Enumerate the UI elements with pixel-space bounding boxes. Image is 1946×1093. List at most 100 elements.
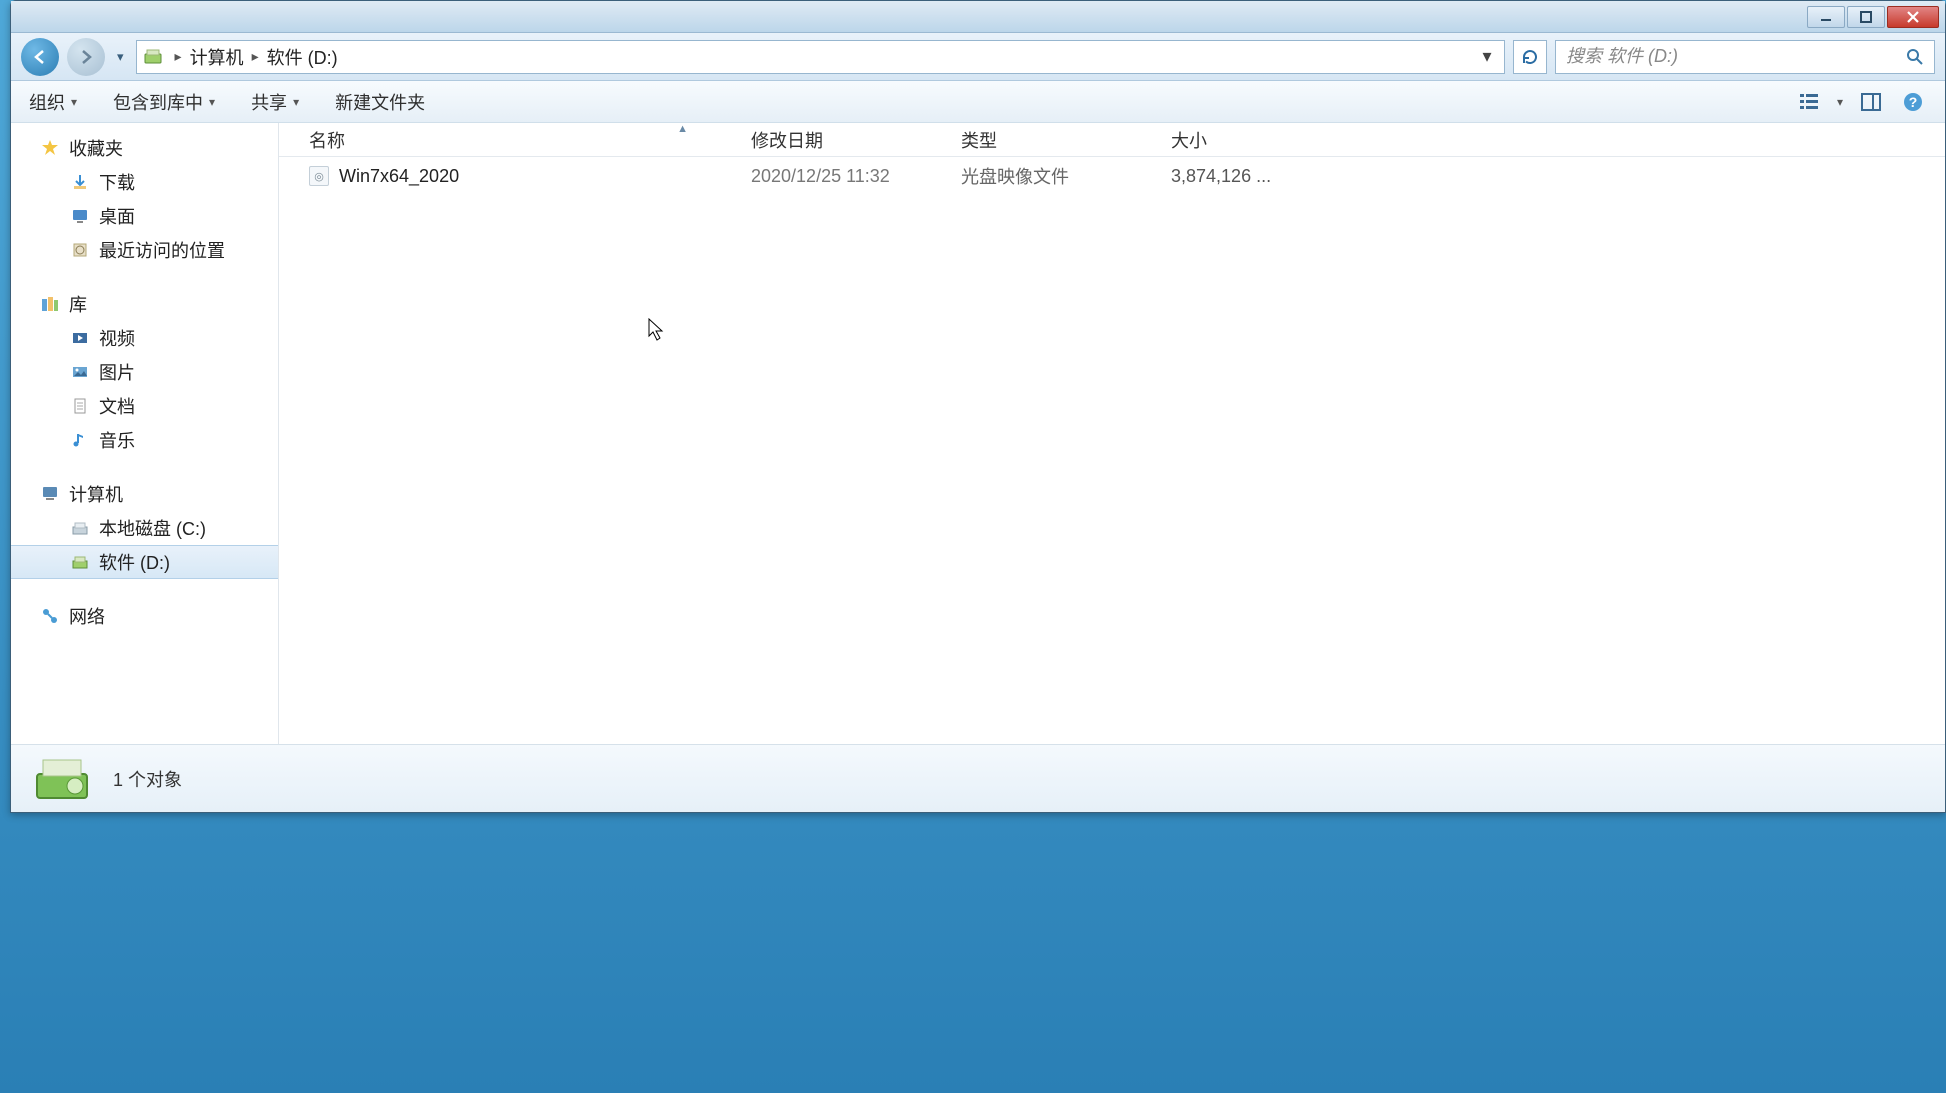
column-name-label: 名称 [309,131,345,151]
tree-computer: 计算机 本地磁盘 (C:) 软件 (D:) [11,477,278,579]
file-size: 3,874,126 ... [1159,166,1349,187]
tree-label: 本地磁盘 (C:) [99,515,206,541]
tree-libraries-header[interactable]: 库 [11,287,278,321]
sort-ascending-icon: ▲ [677,123,688,135]
command-bar: 组织 ▾ 包含到库中 ▾ 共享 ▾ 新建文件夹 ▾ ? [11,81,1945,123]
address-bar-row: ▾ ▸ 计算机 ▸ 软件 (D:) ▾ [11,33,1945,81]
tree-item-recent[interactable]: 最近访问的位置 [11,233,278,267]
drive-icon [69,517,91,539]
tree-item-pictures[interactable]: 图片 [11,355,278,389]
back-button[interactable] [21,38,59,76]
tree-item-videos[interactable]: 视频 [11,321,278,355]
nav-history-dropdown[interactable]: ▾ [113,49,128,65]
chevron-down-icon[interactable]: ▾ [1837,95,1843,109]
video-icon [69,327,91,349]
column-type[interactable]: 类型 [949,127,1159,153]
tree-label: 库 [69,291,87,317]
tree-label: 图片 [99,359,135,385]
computer-icon [39,483,61,505]
chevron-down-icon: ▾ [209,95,215,109]
tree-label: 视频 [99,325,135,351]
search-input[interactable] [1566,46,1906,67]
explorer-window: ▾ ▸ 计算机 ▸ 软件 (D:) ▾ 组织 ▾ 包含到库中 ▾ 共享 ▾ 新建文件夹 [10,0,1946,813]
column-size[interactable]: 大小 [1159,127,1349,153]
new-folder-button[interactable]: 新建文件夹 [335,89,425,115]
tree-item-music[interactable]: 音乐 [11,423,278,457]
help-button[interactable]: ? [1899,88,1927,116]
tree-item-documents[interactable]: 文档 [11,389,278,423]
tree-label: 桌面 [99,203,135,229]
iso-file-icon: ◎ [309,166,329,186]
drive-icon [69,551,91,573]
title-bar [11,1,1945,33]
recent-icon [69,239,91,261]
tree-label: 文档 [99,393,135,419]
tree-label: 最近访问的位置 [99,237,225,263]
tree-label: 软件 (D:) [99,549,170,575]
close-button[interactable] [1887,6,1939,28]
column-headers[interactable]: 名称 ▲ 修改日期 类型 大小 [279,123,1945,157]
navigation-pane[interactable]: 收藏夹 下载 桌面 最近访问的位置 库 [11,123,279,744]
tree-label: 网络 [69,603,105,629]
chevron-down-icon: ▾ [293,95,299,109]
network-icon [39,605,61,627]
maximize-button[interactable] [1847,6,1885,28]
breadcrumb-separator-icon: ▸ [246,48,265,65]
search-box[interactable] [1555,40,1935,74]
file-date: 2020/12/25 11:32 [739,166,949,187]
tree-favorites-header[interactable]: 收藏夹 [11,131,278,165]
tree-label: 收藏夹 [69,135,123,161]
refresh-button[interactable] [1513,40,1547,74]
tree-libraries: 库 视频 图片 文档 音乐 [11,287,278,457]
organize-menu[interactable]: 组织 ▾ [29,89,77,115]
status-bar: 1 个对象 [11,744,1945,812]
forward-button[interactable] [67,38,105,76]
file-name: Win7x64_2020 [339,166,459,187]
drive-large-icon [31,752,93,806]
tree-item-desktop[interactable]: 桌面 [11,199,278,233]
view-options-button[interactable] [1795,88,1823,116]
downloads-icon [69,171,91,193]
organize-label: 组织 [29,89,65,115]
share-menu[interactable]: 共享 ▾ [251,89,299,115]
tree-label: 下载 [99,169,135,195]
music-icon [69,429,91,451]
preview-pane-button[interactable] [1857,88,1885,116]
breadcrumb-bar[interactable]: ▸ 计算机 ▸ 软件 (D:) ▾ [136,40,1505,74]
tree-label: 音乐 [99,427,135,453]
minimize-button[interactable] [1807,6,1845,28]
breadcrumb-separator-icon: ▸ [169,48,188,65]
tree-item-drive-d[interactable]: 软件 (D:) [11,545,278,579]
libraries-icon [39,293,61,315]
column-date[interactable]: 修改日期 [739,127,949,153]
chevron-down-icon: ▾ [71,95,77,109]
file-list-pane: 名称 ▲ 修改日期 类型 大小 ◎ Win7x64_2020 2020/12/2… [279,123,1945,744]
share-label: 共享 [251,89,287,115]
tree-network: 网络 [11,599,278,633]
include-in-library-menu[interactable]: 包含到库中 ▾ [113,89,215,115]
tree-network-header[interactable]: 网络 [11,599,278,633]
tree-item-downloads[interactable]: 下载 [11,165,278,199]
svg-text:?: ? [1909,94,1918,110]
column-name[interactable]: 名称 ▲ [279,127,739,153]
file-row[interactable]: ◎ Win7x64_2020 2020/12/25 11:32 光盘映像文件 3… [279,157,1945,195]
tree-computer-header[interactable]: 计算机 [11,477,278,511]
include-label: 包含到库中 [113,89,203,115]
file-type: 光盘映像文件 [949,163,1159,189]
breadcrumb-dropdown-icon[interactable]: ▾ [1476,46,1498,67]
star-icon [39,137,61,159]
pictures-icon [69,361,91,383]
content-area: 收藏夹 下载 桌面 最近访问的位置 库 [11,123,1945,744]
search-icon [1906,48,1924,66]
tree-item-drive-c[interactable]: 本地磁盘 (C:) [11,511,278,545]
desktop-icon [69,205,91,227]
file-rows[interactable]: ◎ Win7x64_2020 2020/12/25 11:32 光盘映像文件 3… [279,157,1945,744]
new-folder-label: 新建文件夹 [335,89,425,115]
tree-favorites: 收藏夹 下载 桌面 最近访问的位置 [11,131,278,267]
drive-icon [143,47,163,67]
tree-label: 计算机 [69,481,123,507]
breadcrumb-drive[interactable]: 软件 (D:) [265,44,340,70]
breadcrumb-computer[interactable]: 计算机 [188,44,246,70]
documents-icon [69,395,91,417]
status-text: 1 个对象 [113,766,182,792]
